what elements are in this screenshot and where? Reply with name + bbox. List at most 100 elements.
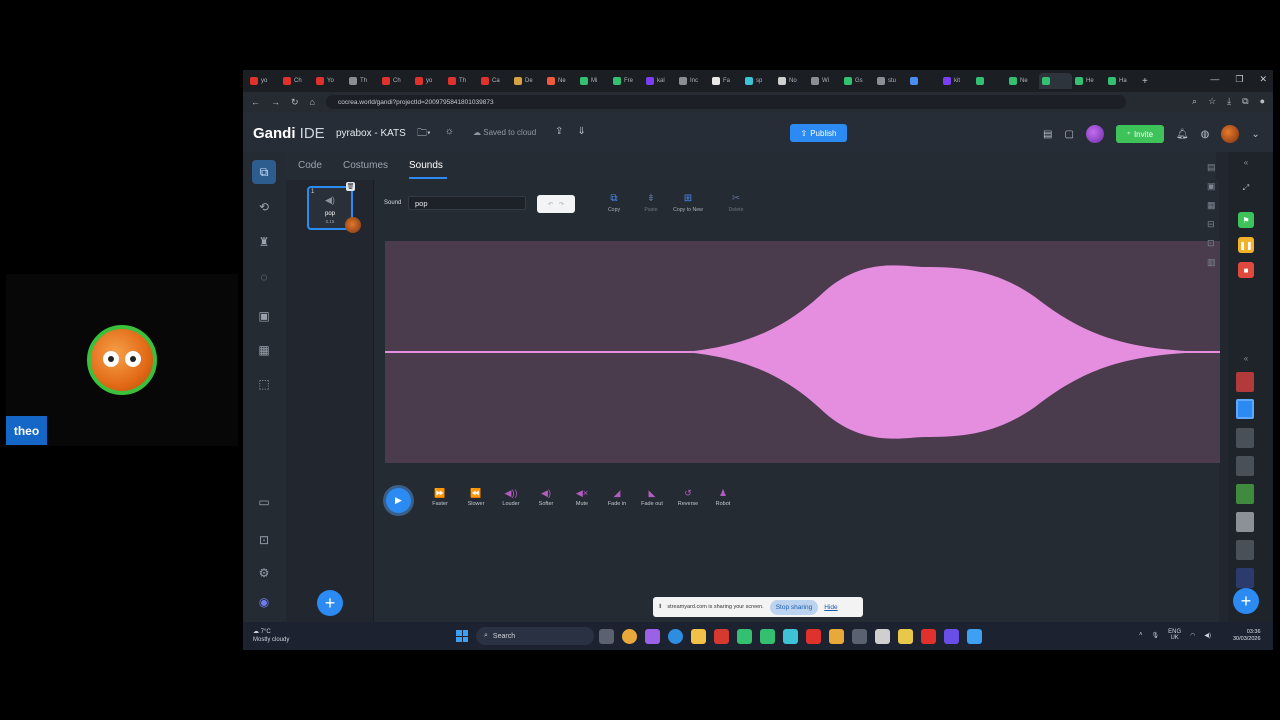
browser-tab[interactable]: Th [445,73,478,89]
app-icon-10[interactable] [944,629,959,644]
browser-tab[interactable]: Ha [1105,73,1138,89]
browser-tab[interactable] [973,73,1006,89]
globe-icon[interactable]: ◍ [1201,129,1210,140]
browser-tab[interactable]: Mi [577,73,610,89]
browser-tab[interactable]: No [775,73,808,89]
trophy-icon[interactable]: ♜ [252,230,276,254]
browser-tab[interactable]: Ne [1006,73,1039,89]
fade-out-button[interactable]: ◣ Fade out [634,488,670,507]
collapse-icon[interactable]: « [1238,154,1254,170]
mute-button[interactable]: ◀× Mute [564,488,600,507]
bell-icon[interactable]: 🔔︎ [1176,129,1189,140]
browser-tab[interactable]: yo [247,73,280,89]
maximize-icon[interactable]: ❐ [1235,74,1243,85]
collaborator-avatar[interactable] [1085,125,1104,143]
app-logo[interactable]: Gandi IDE [253,125,325,142]
taskbar-search[interactable]: ⌕ Search [476,627,594,645]
browser-tab[interactable]: De [511,73,544,89]
fullscreen-icon[interactable]: ⤢ [1238,180,1254,196]
fade-in-button[interactable]: ◢ Fade in [599,488,635,507]
language-indicator[interactable]: ENG UK [1168,629,1181,641]
browser-tab[interactable]: Inc [676,73,709,89]
youtube-icon[interactable] [714,629,729,644]
reverse-button[interactable]: ↺ Reverse [670,488,706,507]
download-cloud-icon[interactable]: ⇓ [577,126,585,137]
document-icon[interactable]: ▭ [252,490,276,514]
copy-to-new-button[interactable]: ⊞ Copy to New [668,193,708,213]
puzzle-icon[interactable]: ⬚ [252,372,276,396]
app-icon-4[interactable] [806,629,821,644]
delete-sound-icon[interactable]: 🗑︎ [346,182,355,191]
download-icon[interactable]: ⤓ [1227,96,1231,107]
volume-icon[interactable]: ◀) [1204,632,1211,639]
lightbulb-sidebar-icon[interactable]: ◌ [252,265,276,289]
clock[interactable]: 03:36 30/03/2026 [1233,629,1261,643]
browser-tab[interactable]: Yo [313,73,346,89]
browser-tab[interactable]: Gs [841,73,874,89]
play-button[interactable]: ▶ [386,488,411,513]
copy-button[interactable]: ⧉ Copy [594,193,634,213]
reload-icon[interactable]: ↻ [291,97,299,108]
hide-link[interactable]: Hide [824,604,837,611]
browser-tab[interactable]: Fre [610,73,643,89]
louder-button[interactable]: ◀)) Louder [493,488,529,507]
image-icon[interactable]: ▦ [252,338,276,362]
toolbar-icon-1[interactable]: ▤ [1207,162,1216,173]
browser-tab[interactable]: Th [346,73,379,89]
add-sprite-button[interactable]: + [1233,588,1259,614]
extension-icon[interactable]: ⊡ [252,528,276,552]
slower-button[interactable]: ⏪ Slower [458,488,494,507]
edge-icon[interactable] [668,629,683,644]
sprite-thumbnail[interactable] [1236,372,1254,392]
app-icon-8[interactable] [898,629,913,644]
folder-icon[interactable]: 🗀▾ [417,126,431,143]
redo-icon[interactable]: ↷ [559,201,564,208]
bookmark-star-icon[interactable]: ☆ [1208,96,1216,107]
browser-tab[interactable]: Wi [808,73,841,89]
drag-handle-icon[interactable]: ⦀ [659,604,661,611]
sprite-thumbnail[interactable] [1236,428,1254,448]
project-name[interactable]: pyrabox - KATS [336,128,406,139]
stop-button[interactable]: ■ [1238,262,1254,278]
sprite-thumbnail-selected[interactable] [1236,399,1254,419]
weather-widget[interactable]: ☁ 7°C Mostly cloudy [253,628,289,644]
browser-tab[interactable]: kit [940,73,973,89]
browser-tab[interactable]: Ca [478,73,511,89]
tab-sounds[interactable]: Sounds [409,160,443,171]
sidebar-editor-icon[interactable]: ⧉ [252,160,276,184]
file-explorer-icon[interactable] [691,629,706,644]
user-avatar[interactable] [1221,125,1240,143]
collapse-sprites-icon[interactable]: « [1238,350,1254,366]
app-icon-1[interactable] [737,629,752,644]
minimize-icon[interactable]: — [1210,74,1219,85]
app-icon-7[interactable] [875,629,890,644]
chat-icon[interactable]: ▢ [1064,129,1073,140]
paste-button[interactable]: ⇟ Paste [631,193,671,213]
sprite-thumbnail[interactable] [1236,540,1254,560]
zoom-icon[interactable]: ⌕ [1192,96,1197,107]
undo-icon[interactable]: ↶ [548,201,553,208]
profile-icon[interactable]: ● [1260,96,1265,107]
start-icon[interactable] [456,630,468,642]
browser-tab[interactable]: Ch [280,73,313,89]
invite-button[interactable]: ⁺ Invite [1115,125,1164,143]
chrome-icon[interactable] [622,629,637,644]
browser-tab[interactable]: stu [874,73,907,89]
toolbar-icon-5[interactable]: ⊡ [1207,238,1215,249]
stop-sharing-button[interactable]: Stop sharing [769,599,819,615]
robot-button[interactable]: ♟ Robot [705,488,741,507]
browser-tab[interactable]: kal [643,73,676,89]
mic-icon[interactable]: 🎙︎ [1152,632,1160,639]
toolbar-icon-4[interactable]: ⊟ [1207,219,1215,230]
toolbar-icon-6[interactable]: ▥ [1207,257,1216,268]
robot-icon[interactable]: ▣ [252,304,276,328]
sprite-thumbnail[interactable] [1236,568,1254,588]
settings-icon[interactable]: ⚙ [252,561,276,585]
sprite-thumbnail[interactable] [1236,512,1254,532]
back-icon[interactable]: ← [251,97,260,107]
app-icon-6[interactable] [852,629,867,644]
new-tab-icon[interactable]: + [1142,76,1148,87]
faster-button[interactable]: ⏩ Faster [422,488,458,507]
browser-tab[interactable]: sp [742,73,775,89]
tab-costumes[interactable]: Costumes [343,160,388,171]
